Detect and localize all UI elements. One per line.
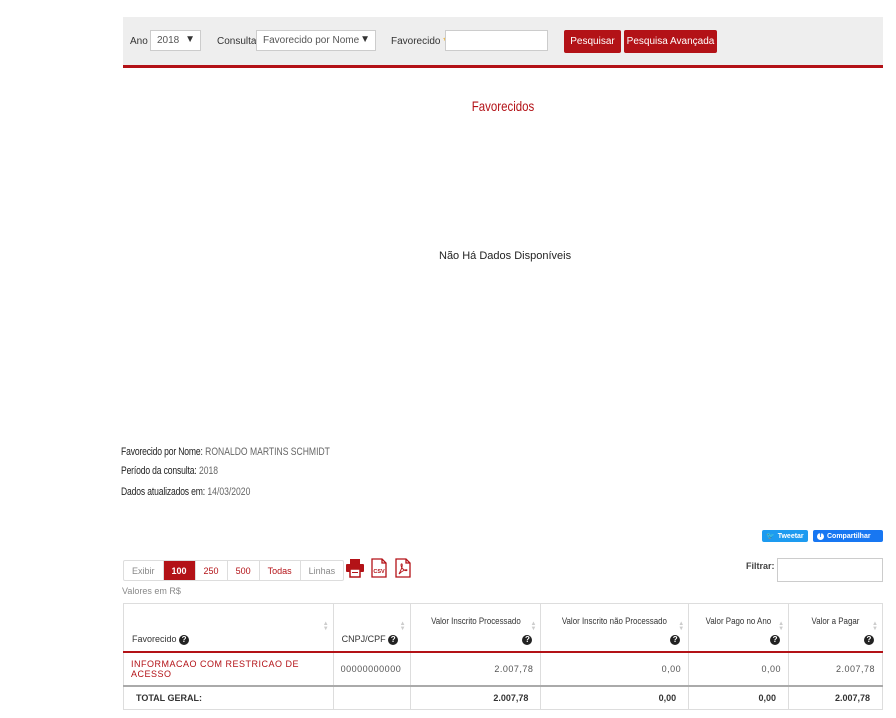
ano-select[interactable]: 2018 ▼ (150, 30, 201, 51)
cell-valor-inscrito-nao-processado: 0,00 (540, 651, 690, 686)
info-favorecido-label: Favorecido por Nome: (121, 446, 203, 458)
col-header-label: Favorecido (132, 633, 177, 644)
chevron-down-icon: ▼ (360, 34, 370, 45)
table-row: INFORMACAO COM RESTRICAO DE ACESSO 00000… (123, 651, 883, 686)
cell-favorecido[interactable]: INFORMACAO COM RESTRICAO DE ACESSO (123, 651, 334, 686)
linhas-label: Linhas (308, 565, 336, 576)
csv-text: CSV (373, 569, 385, 575)
page-size-500[interactable]: 500 (228, 561, 260, 580)
info-atualizados: Dados atualizados em: 14/03/2020 (121, 486, 250, 498)
sort-icon: ▲ ▼ (778, 621, 785, 632)
footer-cnpj (332, 684, 411, 710)
csv-icon[interactable]: CSV (370, 558, 388, 578)
cell-cnpj: 00000000000 (332, 651, 411, 686)
ano-select-value: 2018 (157, 35, 180, 46)
info-favorecido-value: RONALDO MARTINS SCHMIDT (205, 446, 330, 458)
cell-valor-a-pagar: 2.007,78 (788, 651, 883, 686)
share-label: Compartilhar (827, 532, 871, 540)
tweet-label: Tweetar (777, 532, 804, 540)
tweet-button[interactable]: 🐦 Tweetar (762, 530, 808, 542)
sort-icon: ▲ ▼ (322, 621, 329, 632)
footer-valor-inscrito-processado: 2.007,78 (409, 684, 542, 710)
consulta-select-value: Favorecido por Nome (263, 35, 360, 46)
filtrar-label: Filtrar: (746, 561, 775, 571)
info-periodo: Período da consulta: 2018 (121, 465, 218, 477)
sort-icon: ▲ ▼ (530, 621, 537, 632)
exibir-label: Exibir (124, 561, 164, 580)
help-icon[interactable]: ? (388, 634, 399, 645)
help-icon[interactable]: ? (770, 634, 781, 645)
sort-icon: ▲ ▼ (399, 621, 406, 632)
info-periodo-value: 2018 (198, 465, 219, 477)
page-size-todas[interactable]: Todas (260, 561, 301, 580)
col-header-cnpj[interactable]: CNPJ/CPF ? ▲ ▼ (332, 603, 411, 653)
ano-label: Ano (130, 36, 148, 47)
print-icon[interactable] (345, 558, 365, 578)
col-header-favorecido[interactable]: Favorecido ? ▲ ▼ (123, 603, 334, 653)
col-header-valor-inscrito-nao-processado[interactable]: Valor Inscrito não Processado ? ▲ ▼ (540, 603, 690, 653)
favorecido-label-text: Favorecido (391, 36, 441, 47)
page-size-250[interactable]: 250 (196, 561, 228, 580)
pesquisa-avancada-button[interactable]: Pesquisa Avançada (624, 30, 717, 53)
consulta-select[interactable]: Favorecido por Nome ▼ (256, 30, 376, 51)
favorecido-input[interactable] (445, 30, 548, 51)
twitter-icon: 🐦 (766, 533, 775, 540)
filtrar-input[interactable] (777, 558, 883, 582)
favorecidos-table: Favorecido ? ▲ ▼ CNPJ/CPF ? ▲ ▼ Valor Insc… (123, 603, 883, 710)
footer-valor-pago: 0,00 (688, 684, 790, 710)
info-favorecido: Favorecido por Nome: RONALDO MARTINS SCH… (121, 446, 330, 458)
cell-valor-pago: 0,00 (688, 651, 790, 686)
help-icon[interactable]: ? (179, 634, 190, 645)
footer-total-label: TOTAL GERAL: (123, 684, 334, 710)
filter-bar: Ano 2018 ▼ Consulta Favorecido por Nome … (123, 17, 883, 68)
col-header-valor-a-pagar[interactable]: Valor a Pagar ? ▲ ▼ (788, 603, 883, 653)
footer-valor-inscrito-nao-processado: 0,00 (540, 684, 690, 710)
section-title: Favorecidos (471, 98, 535, 114)
info-periodo-label: Período da consulta: (121, 465, 197, 477)
cell-valor-inscrito-processado: 2.007,78 (409, 651, 542, 686)
col-header-label: Valor Inscrito Processado (430, 615, 521, 626)
sort-icon: ▲ ▼ (678, 621, 685, 632)
page-size-selector: Exibir 100 250 500 Todas Linhas (123, 560, 345, 581)
page-size-100[interactable]: 100 (163, 561, 196, 580)
favorecido-label: Favorecido * (391, 36, 447, 47)
pesquisar-button[interactable]: Pesquisar (564, 30, 621, 53)
table-footer-row: TOTAL GERAL: 2.007,78 0,00 0,00 2.007,78 (123, 684, 883, 710)
share-button[interactable]: f Compartilhar (813, 530, 883, 542)
col-header-valor-pago[interactable]: Valor Pago no Ano ? ▲ ▼ (688, 603, 790, 653)
footer-valor-a-pagar: 2.007,78 (788, 684, 883, 710)
col-header-valor-inscrito-processado[interactable]: Valor Inscrito Processado ? ▲ ▼ (409, 603, 542, 653)
table-header-row: Favorecido ? ▲ ▼ CNPJ/CPF ? ▲ ▼ Valor Insc… (123, 603, 883, 653)
info-atualizados-value: 14/03/2020 (207, 486, 251, 498)
empty-message: Não Há Dados Disponíveis (439, 250, 572, 262)
help-icon[interactable]: ? (522, 634, 533, 645)
pdf-icon[interactable] (394, 558, 412, 578)
col-header-label: CNPJ/CPF (341, 633, 386, 644)
chevron-down-icon: ▼ (185, 34, 195, 45)
sort-icon: ▲ ▼ (872, 621, 878, 632)
facebook-icon: f (817, 532, 824, 540)
help-icon[interactable]: ? (670, 634, 681, 645)
col-header-label: Valor a Pagar (811, 615, 860, 626)
consulta-label: Consulta (217, 36, 257, 47)
col-header-label: Valor Pago no Ano (705, 615, 772, 626)
info-atualizados-label: Dados atualizados em: (121, 486, 206, 498)
col-header-label: Valor Inscrito não Processado (562, 615, 668, 626)
valores-label: Valores em R$ (122, 586, 181, 596)
help-icon[interactable]: ? (864, 634, 874, 645)
